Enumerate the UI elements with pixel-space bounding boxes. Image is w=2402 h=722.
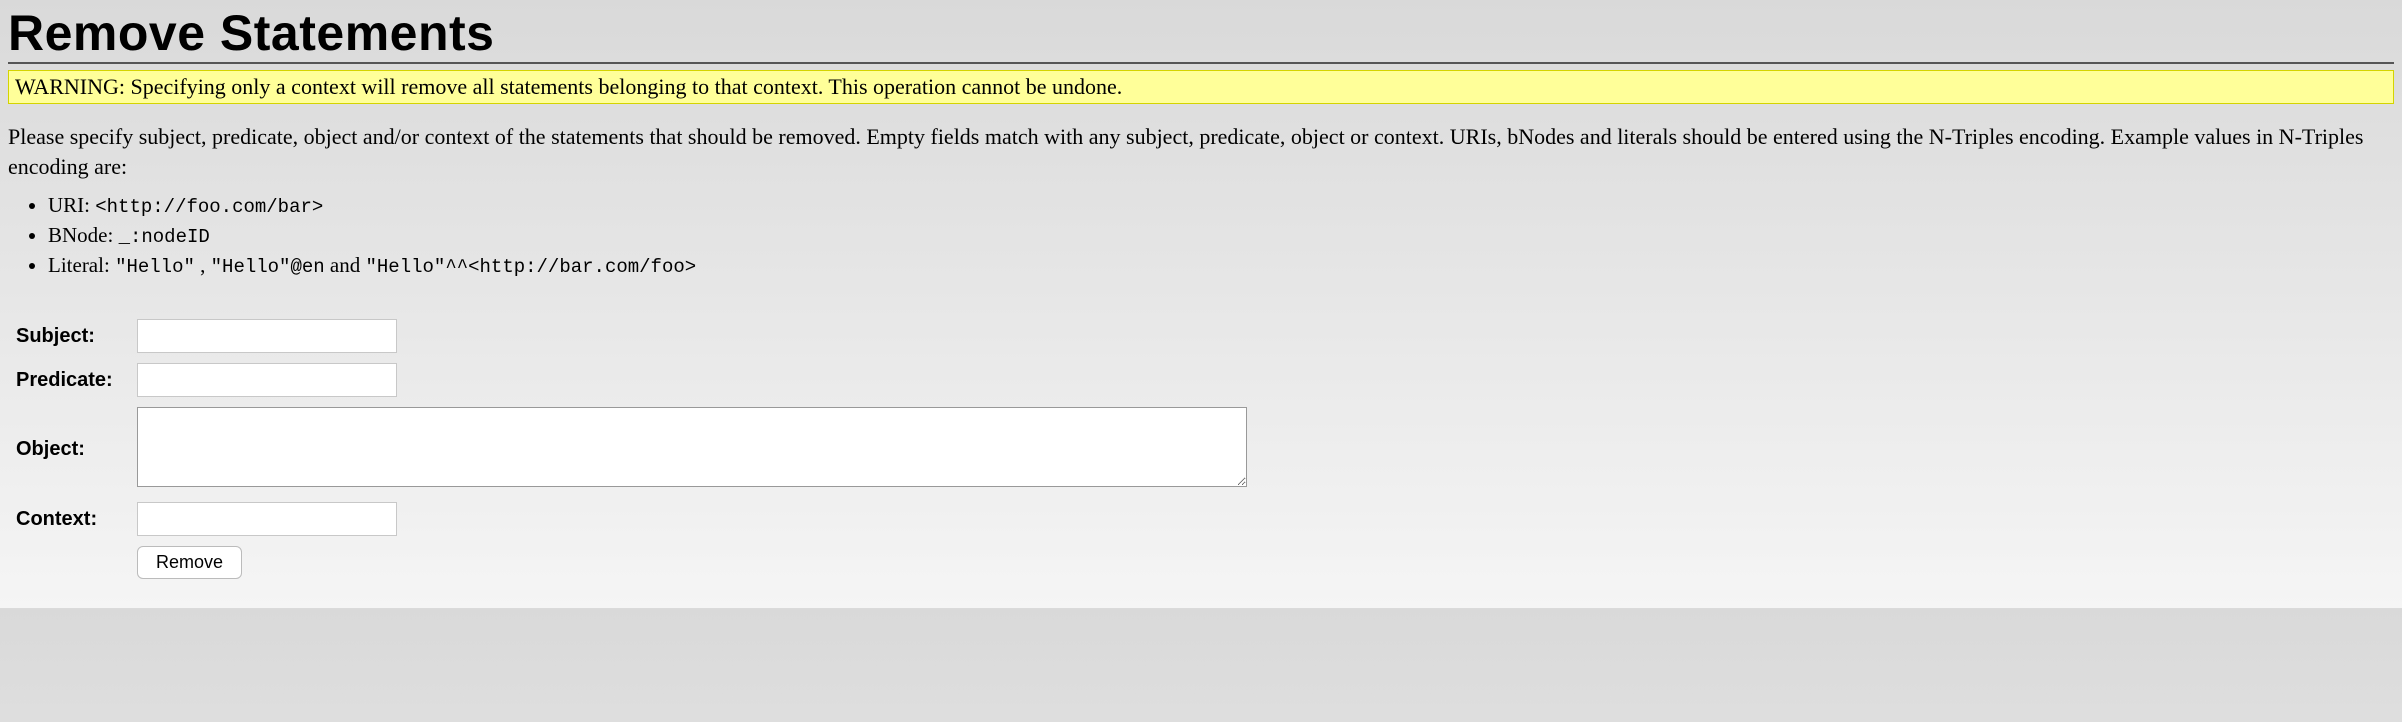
warning-banner: WARNING: Specifying only a context will … (8, 70, 2394, 104)
context-input[interactable] (137, 502, 397, 536)
context-label: Context: (16, 501, 136, 537)
subject-label: Subject: (16, 318, 136, 354)
example-literal-code1: "Hello" (115, 256, 195, 278)
example-uri-code: <http://foo.com/bar> (95, 196, 323, 218)
example-literal-label: Literal: (48, 253, 115, 277)
remove-form: Subject: Predicate: Object: Context: Rem… (16, 310, 1248, 588)
remove-button[interactable]: Remove (137, 546, 242, 579)
intro-text: Please specify subject, predicate, objec… (8, 122, 2394, 181)
example-uri-label: URI: (48, 193, 95, 217)
examples-list: URI: <http://foo.com/bar> BNode: _:nodeI… (8, 191, 2394, 280)
object-label: Object: (16, 406, 136, 493)
example-literal-code3: "Hello"^^<http://bar.com/foo> (366, 256, 697, 278)
example-literal-sep1: , (195, 253, 211, 277)
predicate-input[interactable] (137, 363, 397, 397)
example-literal: Literal: "Hello" , "Hello"@en and "Hello… (48, 251, 2394, 281)
page-title: Remove Statements (8, 0, 2394, 64)
example-literal-sep2: and (325, 253, 366, 277)
example-uri: URI: <http://foo.com/bar> (48, 191, 2394, 221)
example-bnode: BNode: _:nodeID (48, 221, 2394, 251)
example-bnode-label: BNode: (48, 223, 119, 247)
predicate-label: Predicate: (16, 362, 136, 398)
object-input[interactable] (137, 407, 1247, 487)
example-bnode-code: _:nodeID (119, 226, 210, 248)
subject-input[interactable] (137, 319, 397, 353)
example-literal-code2: "Hello"@en (211, 256, 325, 278)
